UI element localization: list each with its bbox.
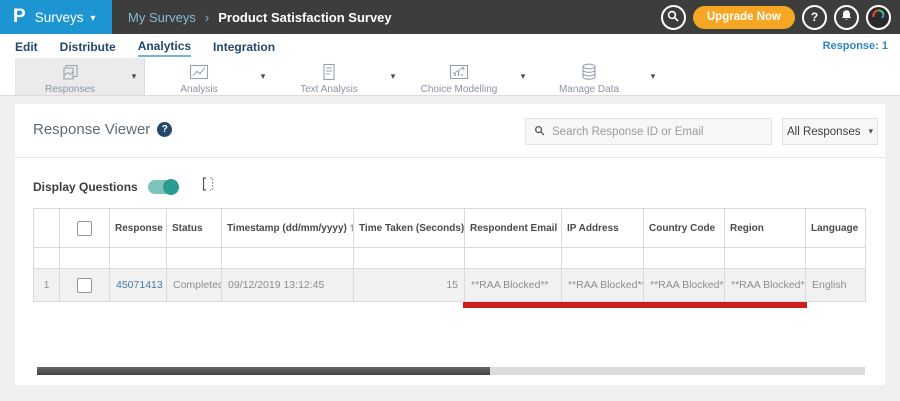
toolbar-item-analysis[interactable]: Analysis ▾ (145, 58, 275, 95)
question-mark-icon: ? (810, 10, 819, 24)
text-document-icon (318, 62, 340, 82)
filter-cell-respondent-email[interactable] (464, 247, 562, 269)
responses-table: Response ID▼ Status Timestamp (dd/mm/yyy… (33, 208, 866, 302)
column-header-respondent-email: Respondent Email (464, 208, 562, 248)
tab-integration[interactable]: Integration (213, 37, 275, 56)
breadcrumb-my-surveys[interactable]: My Surveys (128, 10, 196, 25)
region-cell: **RAA Blocked** (724, 268, 806, 302)
redaction-highlight-line (463, 302, 807, 308)
filter-cell-timestamp[interactable] (221, 247, 354, 269)
tab-analytics[interactable]: Analytics (137, 36, 192, 57)
column-header-language: Language (805, 208, 866, 248)
breadcrumb: My Surveys › Product Satisfaction Survey (128, 10, 392, 25)
horizontal-scrollbar-track[interactable] (37, 367, 865, 375)
filter-cell-status[interactable] (166, 247, 222, 269)
country-code-cell: **RAA Blocked** (643, 268, 725, 302)
breadcrumb-separator-icon: › (204, 9, 210, 25)
top-bar: P Surveys ▾ My Surveys › Product Satisfa… (0, 0, 900, 34)
filter-cell-region[interactable] (724, 247, 806, 269)
chevron-down-icon[interactable]: ▾ (253, 71, 273, 82)
row-checkbox[interactable] (77, 277, 92, 293)
app-window: P Surveys ▾ My Surveys › Product Satisfa… (0, 0, 900, 401)
brand-logo: P (13, 6, 26, 27)
select-all-checkbox[interactable] (77, 220, 92, 236)
row-number-cell: 1 (33, 268, 60, 302)
search-icon (667, 10, 679, 25)
database-icon (578, 62, 600, 82)
toolbar-item-text-analysis[interactable]: Text Analysis ▾ (275, 58, 405, 95)
timestamp-cell: 09/12/2019 13:12:45 (221, 268, 354, 302)
display-questions-label: Display Questions (33, 179, 138, 194)
column-picker-icon[interactable] (200, 176, 216, 197)
language-cell: English (805, 268, 866, 302)
respondent-email-cell: **RAA Blocked** (464, 268, 562, 302)
horizontal-scrollbar-thumb[interactable] (37, 367, 490, 375)
bell-icon (840, 9, 853, 25)
analytics-toolbar: Responses ▾ Analysis ▾ Text Analysis ▾ C… (0, 58, 900, 96)
row-select-cell (59, 268, 110, 302)
search-input[interactable] (552, 125, 763, 138)
line-chart-icon (188, 62, 210, 82)
notifications-button[interactable] (834, 4, 859, 30)
breadcrumb-current-survey: Product Satisfaction Survey (218, 9, 392, 25)
upgrade-now-button[interactable]: Upgrade Now (692, 5, 795, 29)
search-button[interactable] (660, 4, 686, 30)
responses-icon (59, 62, 81, 82)
filter-cell-ip-address[interactable] (561, 247, 644, 269)
survey-nav-tabs: Edit Distribute Analytics Integration Re… (0, 34, 900, 58)
viewer-header: Response Viewer ? All Responses ▾ (15, 104, 885, 158)
column-header-country-code: Country Code (643, 208, 725, 248)
chevron-down-icon[interactable]: ▾ (124, 71, 144, 82)
chevron-down-icon[interactable]: ▾ (513, 71, 533, 82)
top-actions: Upgrade Now ? (660, 4, 900, 30)
column-header-region: Region (724, 208, 806, 248)
help-icon[interactable]: ? (157, 122, 173, 137)
chevron-down-icon[interactable]: ▾ (643, 71, 663, 82)
filter-cell-country-code[interactable] (643, 247, 725, 269)
status-cell: Completed (166, 268, 222, 302)
filter-cell-time-taken[interactable] (353, 247, 465, 269)
display-questions-toggle[interactable] (147, 178, 179, 195)
chevron-down-icon: ▾ (868, 126, 874, 136)
toolbar-item-choice-modelling[interactable]: Choice Modelling ▾ (405, 58, 535, 95)
select-all-header (59, 208, 110, 248)
column-header-response-id[interactable]: Response ID▼ (109, 208, 167, 248)
display-controls: Display Questions (33, 176, 216, 197)
search-icon (534, 123, 545, 141)
tab-edit[interactable]: Edit (15, 37, 38, 56)
toolbar-item-manage-data[interactable]: Manage Data ▾ (535, 58, 665, 95)
column-header-status: Status (166, 208, 222, 248)
row-number-header (33, 208, 60, 248)
table-header-row: Response ID▼ Status Timestamp (dd/mm/yyy… (33, 208, 866, 248)
toolbar-item-responses[interactable]: Responses ▾ (15, 58, 145, 95)
ip-address-cell: **RAA Blocked** (561, 268, 644, 302)
filter-cell-language[interactable] (805, 247, 866, 269)
column-header-time-taken[interactable]: Time Taken (Seconds)⇅ (353, 208, 465, 248)
page-title: Response Viewer ? (33, 121, 173, 138)
table-row: 1 45071413 Completed 09/12/2019 13:12:45… (33, 268, 866, 302)
sort-icon: ⇅ (350, 223, 353, 233)
toggle-knob (162, 178, 179, 195)
product-switcher[interactable]: P Surveys ▾ (0, 0, 112, 34)
time-taken-cell: 15 (353, 268, 465, 302)
product-menu-label: Surveys (34, 9, 84, 25)
table-filter-row (33, 247, 866, 269)
response-count-label: Response: 1 (822, 40, 888, 52)
chevron-down-icon[interactable]: ▾ (383, 71, 403, 82)
column-header-timestamp[interactable]: Timestamp (dd/mm/yyyy)⇅ (221, 208, 354, 248)
column-header-ip-address: IP Address (561, 208, 644, 248)
bar-chart-icon (448, 62, 470, 82)
responses-filter-dropdown[interactable]: All Responses ▾ (782, 118, 878, 145)
avatar-image (870, 7, 887, 28)
help-button[interactable]: ? (802, 4, 827, 30)
filter-cell-response-id[interactable] (109, 247, 167, 269)
response-id-cell: 45071413 (109, 268, 167, 302)
chevron-down-icon: ▾ (90, 12, 96, 24)
response-id-link[interactable]: 45071413 (116, 279, 163, 291)
tab-distribute[interactable]: Distribute (60, 37, 116, 56)
response-search (525, 118, 772, 145)
user-avatar[interactable] (866, 4, 891, 30)
